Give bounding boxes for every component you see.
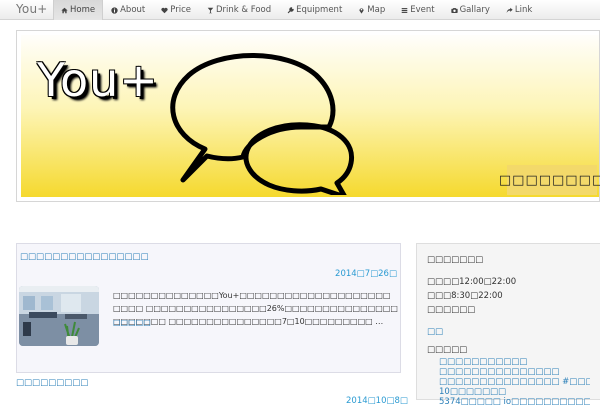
- hours-weekend: □□□8:30□22:00: [427, 291, 503, 301]
- wrench-icon: [287, 6, 294, 13]
- nav-item-home[interactable]: Home: [53, 0, 104, 20]
- list-item[interactable]: □□□□□□□□□□□: [439, 357, 590, 367]
- list-item[interactable]: □□□□□□□□□□□□□□□ #□□□□□□□□□□□□: [439, 377, 590, 387]
- hero-subtitle: □□□□□□□□: [499, 165, 600, 195]
- second-post-date[interactable]: 2014□10□8□: [346, 396, 408, 406]
- office-photo-image: [19, 286, 99, 346]
- sidebar: □□□□□□□ □□□□12:00□22:00 □□□8:30□22:00 □□…: [416, 243, 600, 407]
- nav-item-label: Drink & Food: [216, 5, 272, 15]
- nav-item-map[interactable]: Map: [350, 0, 393, 20]
- closed-days: □□□□□□: [427, 305, 476, 315]
- share-arrow-icon: [506, 7, 513, 13]
- nav-item-equipment[interactable]: Equipment: [279, 0, 350, 20]
- list-item[interactable]: □□□□□□□□□□□□□□□: [439, 367, 590, 377]
- nav-item-label: Home: [70, 5, 96, 15]
- recent-posts-heading: □□□□□: [427, 345, 468, 355]
- heart-icon: [161, 7, 168, 13]
- glass-icon: [207, 7, 214, 13]
- nav-item-label: Price: [170, 5, 191, 15]
- hero-title: You+: [37, 53, 159, 107]
- sidebar-link[interactable]: □□: [427, 325, 590, 339]
- post-excerpt: □□□□□□□□□□□□□□You+□□□□□□□□□□□□□□□□□□□□□□…: [113, 291, 398, 326]
- hours-heading: □□□□□□□: [427, 255, 484, 265]
- list-item[interactable]: 5374□□□□□ io□□□□□□□□□□□□□□: [439, 397, 590, 407]
- nav-item-label: Map: [367, 5, 386, 15]
- list-icon: [401, 7, 408, 13]
- nav-item-label: Link: [514, 5, 533, 15]
- brand-logo[interactable]: You+: [16, 2, 48, 16]
- hero-background: You+ □□□□□□□□: [21, 35, 600, 197]
- second-post-title-link[interactable]: □□□□□□□□□: [16, 378, 88, 388]
- nav-item-gallary[interactable]: Gallary: [443, 0, 498, 20]
- map-marker-icon: [359, 7, 364, 14]
- hero-banner: You+ □□□□□□□□: [16, 30, 600, 202]
- post-thumbnail[interactable]: [19, 286, 99, 346]
- hours-weekday: □□□□12:00□22:00: [427, 277, 517, 287]
- nav-item-about[interactable]: About: [103, 0, 153, 20]
- post-card: □□□□□□□□□□□□□□□□ 2014□7□26□ □□□□□□□□□□□□…: [16, 243, 401, 373]
- nav-item-event[interactable]: Event: [393, 0, 442, 20]
- nav-item-price[interactable]: Price: [153, 0, 199, 20]
- speech-bubbles-icon: [170, 53, 355, 195]
- nav-item-drink-food[interactable]: Drink & Food: [199, 0, 279, 20]
- nav-item-link[interactable]: Link: [498, 0, 540, 20]
- home-icon: [61, 7, 68, 13]
- camera-icon: [450, 7, 458, 13]
- navbar: You+ Home About Price Drink & Food Equip…: [0, 0, 600, 20]
- nav-item-label: Event: [410, 5, 435, 15]
- nav-item-label: Equipment: [296, 5, 343, 15]
- post-date[interactable]: 2014□7□26□: [335, 269, 397, 279]
- nav-menu: Home About Price Drink & Food Equipment …: [53, 0, 540, 20]
- nav-item-label: About: [120, 5, 146, 15]
- post-title-link[interactable]: □□□□□□□□□□□□□□□□: [20, 252, 149, 262]
- nav-item-label: Gallary: [459, 5, 490, 15]
- list-item[interactable]: 10□□□□□□□: [439, 387, 590, 397]
- read-more-link[interactable]: □□□□□: [113, 318, 151, 327]
- info-icon: [111, 6, 118, 14]
